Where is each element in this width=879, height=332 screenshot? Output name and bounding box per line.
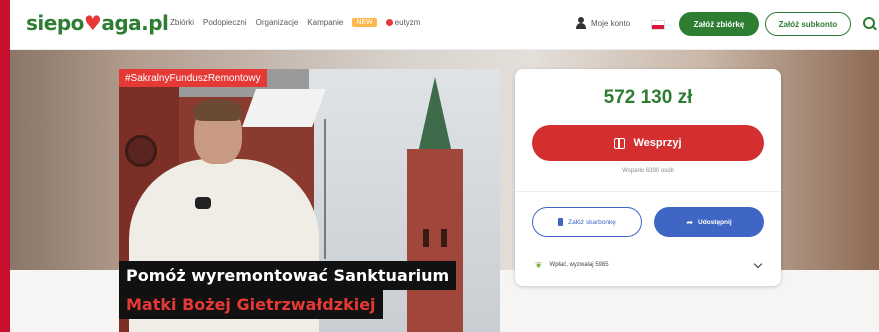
support-button-label: Wesprzyj bbox=[633, 137, 682, 149]
video-tower-window bbox=[423, 229, 429, 247]
main-nav: Zbiórki Podopieczni Organizacje Kampanie… bbox=[170, 18, 420, 27]
nav-new-badge[interactable]: NEW bbox=[352, 18, 377, 27]
support-button[interactable]: Wesprzyj bbox=[532, 125, 764, 161]
video-priest-hair bbox=[194, 99, 242, 121]
campaign-title-line2: Matki Bożej Gietrzwałdzkiej bbox=[119, 290, 383, 319]
logo-heart-icon: ♥ bbox=[83, 11, 102, 35]
account-link[interactable]: Moje konto bbox=[576, 17, 630, 29]
nav-item-organizations[interactable]: Organizacje bbox=[256, 18, 299, 27]
share-button-label: Udostępnij bbox=[698, 218, 732, 226]
card-divider bbox=[515, 191, 781, 192]
video-microphone bbox=[195, 197, 211, 209]
nav-item-fundraisers[interactable]: Zbiórki bbox=[170, 18, 194, 27]
donation-card: 572 130 zł Wesprzyj Wsparło 6390 osób Za… bbox=[515, 69, 781, 286]
create-subaccount-button[interactable]: Załóż subkonto bbox=[765, 12, 851, 36]
site-logo[interactable]: siepo♥aga.pl bbox=[26, 11, 169, 35]
language-flag-icon[interactable] bbox=[651, 20, 665, 30]
moneybox-icon bbox=[558, 218, 564, 226]
impact-text: Wpłać, wyzwalaj 5985 bbox=[549, 262, 609, 268]
create-fundraiser-button[interactable]: Załóż zbiórkę bbox=[679, 12, 759, 36]
leaf-icon: ❦ bbox=[535, 259, 543, 270]
left-red-border bbox=[0, 0, 10, 332]
search-icon[interactable] bbox=[863, 17, 877, 31]
supporters-count: Wsparło 6390 osób bbox=[622, 168, 674, 174]
site-header: siepo♥aga.pl Zbiórki Podopieczni Organiz… bbox=[10, 0, 879, 50]
video-tower-window bbox=[441, 229, 447, 247]
video-spire bbox=[418, 77, 452, 153]
impact-row[interactable]: ❦ Wpłać, wyzwalaj 5985 bbox=[535, 257, 765, 273]
share-button[interactable]: ➦ Udostępnij bbox=[654, 207, 764, 237]
logo-text-start: siepo bbox=[26, 11, 84, 35]
create-moneybox-label: Załóż skarbonkę bbox=[568, 218, 616, 226]
campaign-title-line1: Pomóż wyremontować Sanktuarium bbox=[119, 261, 457, 290]
nav-item-autism[interactable]: eutyzm bbox=[385, 18, 421, 27]
gift-icon bbox=[614, 137, 626, 149]
video-snow-roof bbox=[242, 89, 326, 127]
user-icon bbox=[576, 17, 586, 29]
nav-item-beneficiaries[interactable]: Podopieczni bbox=[203, 18, 247, 27]
nav-item-autism-label: eutyzm bbox=[394, 18, 421, 27]
account-label: Moje konto bbox=[591, 18, 631, 28]
share-icon: ➦ bbox=[686, 217, 694, 227]
video-tree bbox=[324, 119, 404, 259]
video-tower bbox=[407, 149, 463, 332]
record-dot-icon bbox=[385, 19, 393, 26]
raised-amount: 572 130 zł bbox=[603, 87, 693, 108]
logo-text-end: aga bbox=[101, 11, 142, 35]
logo-tld: .pl bbox=[141, 11, 169, 35]
nav-item-campaigns[interactable]: Kampanie bbox=[307, 18, 343, 27]
campaign-hashtag[interactable]: #SakralnyFunduszRemontowy bbox=[119, 69, 267, 87]
create-moneybox-button[interactable]: Załóż skarbonkę bbox=[532, 207, 642, 237]
